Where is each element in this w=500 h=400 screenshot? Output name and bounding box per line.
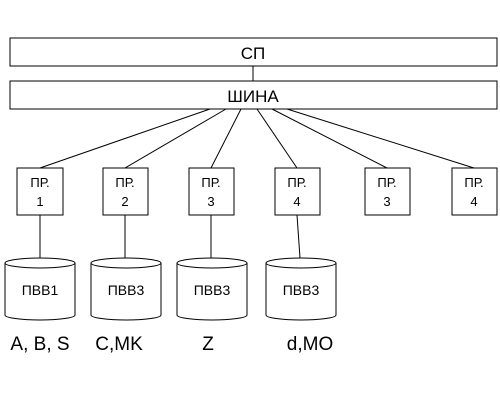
- processor-number: 4: [470, 194, 477, 209]
- storage-caption-4: d,MO: [287, 334, 333, 355]
- processor-2: ПР. 2: [102, 167, 149, 216]
- processor-number: 3: [207, 194, 214, 209]
- storage-caption-2: C,MK: [95, 334, 143, 355]
- bus-wire-3: [210, 108, 242, 169]
- storage-label: ПВВ3: [283, 282, 320, 298]
- bus-label: ШИНА: [227, 87, 279, 106]
- storage-cylinder-top: [90, 257, 162, 269]
- storage-caption-3: Z: [202, 334, 214, 355]
- storage-wire-4: [296, 214, 301, 259]
- bus-wire-5: [271, 108, 388, 169]
- processor-label: ПР.: [377, 175, 396, 190]
- processor-1: ПР. 1: [16, 167, 64, 216]
- processor-3: ПР. 3: [188, 167, 235, 216]
- processor-5: ПР. 3: [364, 167, 411, 216]
- processor-label: ПР.: [115, 175, 134, 190]
- storage-cylinder-top: [265, 257, 337, 269]
- processor-label: ПР.: [287, 175, 306, 190]
- storage-cylinder-top: [176, 257, 248, 269]
- storage-label: ПВВ3: [108, 282, 145, 298]
- processor-label: ПР.: [30, 175, 49, 190]
- storage-label: ПВВ1: [22, 282, 59, 298]
- storage-2: ПВВ3: [90, 257, 162, 321]
- storage-cylinder-top: [4, 257, 76, 269]
- bus-wire-4: [256, 108, 298, 169]
- processor-4: ПР. 4: [274, 167, 321, 216]
- storage-4: ПВВ3: [265, 257, 337, 321]
- storage-1: ПВВ1: [4, 257, 76, 321]
- processor-number: 2: [121, 194, 128, 209]
- bus-wire-1: [39, 108, 211, 169]
- storage-label: ПВВ3: [194, 282, 231, 298]
- bus-wire-6: [286, 108, 475, 169]
- sp-label: СП: [241, 44, 266, 63]
- processor-number: 4: [293, 194, 300, 209]
- storage-caption-1: A, B, S: [10, 334, 69, 355]
- bus-wire-2: [124, 108, 227, 169]
- processor-number: 1: [36, 194, 43, 209]
- storage-3: ПВВ3: [176, 257, 248, 321]
- processor-number: 3: [383, 194, 390, 209]
- processor-label: ПР.: [464, 175, 483, 190]
- processor-label: ПР.: [201, 175, 220, 190]
- system-diagram: СП ШИНА ПР. 1 ПР. 2 ПР. 3 ПР. 4 ПР. 3 ПР…: [4, 37, 498, 355]
- processor-6: ПР. 4: [451, 167, 498, 216]
